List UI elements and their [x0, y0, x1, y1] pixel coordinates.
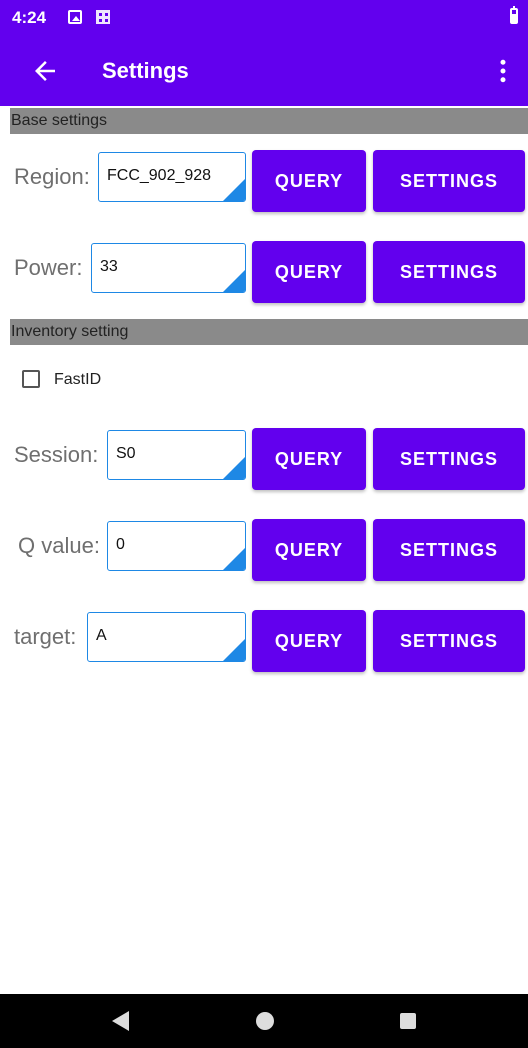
power-spinner[interactable]: 33: [91, 243, 246, 293]
image-icon: [68, 10, 82, 24]
qvalue-query-button[interactable]: QUERY: [252, 519, 366, 581]
power-value: 33: [100, 258, 118, 275]
recents-icon[interactable]: [400, 1013, 416, 1029]
back-icon[interactable]: [112, 1011, 129, 1031]
power-row: Power: 33 QUERY SETTINGS: [0, 241, 528, 303]
session-label: Session:: [14, 442, 99, 467]
fastid-label: FastID: [54, 371, 102, 388]
target-settings-button[interactable]: SETTINGS: [373, 610, 525, 672]
target-spinner[interactable]: A: [87, 612, 246, 662]
session-spinner[interactable]: S0: [107, 430, 246, 480]
section-header-base: Base settings: [10, 108, 528, 134]
region-query-button[interactable]: QUERY: [252, 150, 366, 212]
session-value: S0: [116, 445, 136, 462]
navigation-bar: [0, 994, 528, 1048]
qvalue-row: Q value: 0 QUERY SETTINGS: [0, 519, 528, 581]
section-header-inventory: Inventory setting: [10, 319, 528, 345]
target-query-button[interactable]: QUERY: [252, 610, 366, 672]
region-settings-button[interactable]: SETTINGS: [373, 150, 525, 212]
status-time: 4:24: [12, 8, 47, 27]
status-bar: 4:24: [0, 0, 528, 36]
dropdown-indicator-icon: [223, 639, 245, 661]
target-value: A: [96, 627, 107, 644]
battery-icon: [510, 6, 518, 24]
app-bar: Settings: [0, 36, 528, 106]
region-row: Region: FCC_902_928 QUERY SETTINGS: [0, 150, 528, 212]
qvalue-spinner[interactable]: 0: [107, 521, 246, 571]
qvalue-value: 0: [116, 536, 125, 553]
session-row: Session: S0 QUERY SETTINGS: [0, 428, 528, 490]
page-title: Settings: [102, 58, 189, 83]
dropdown-indicator-icon: [223, 270, 245, 292]
power-label: Power:: [14, 255, 83, 280]
dropdown-indicator-icon: [223, 179, 245, 201]
qvalue-label: Q value:: [18, 533, 100, 558]
more-vertical-icon[interactable]: [488, 56, 518, 86]
target-label: target:: [14, 624, 77, 649]
session-settings-button[interactable]: SETTINGS: [373, 428, 525, 490]
session-query-button[interactable]: QUERY: [252, 428, 366, 490]
dropdown-indicator-icon: [223, 457, 245, 479]
region-label: Region:: [14, 164, 90, 189]
qvalue-settings-button[interactable]: SETTINGS: [373, 519, 525, 581]
arrow-left-icon[interactable]: [30, 56, 60, 86]
region-spinner[interactable]: FCC_902_928: [98, 152, 246, 202]
fastid-checkbox[interactable]: [22, 370, 40, 388]
qr-code-icon: [96, 10, 110, 24]
home-icon[interactable]: [256, 1012, 274, 1030]
region-value: FCC_902_928: [107, 167, 212, 184]
power-settings-button[interactable]: SETTINGS: [373, 241, 525, 303]
target-row: target: A QUERY SETTINGS: [0, 610, 528, 672]
dropdown-indicator-icon: [223, 548, 245, 570]
power-query-button[interactable]: QUERY: [252, 241, 366, 303]
